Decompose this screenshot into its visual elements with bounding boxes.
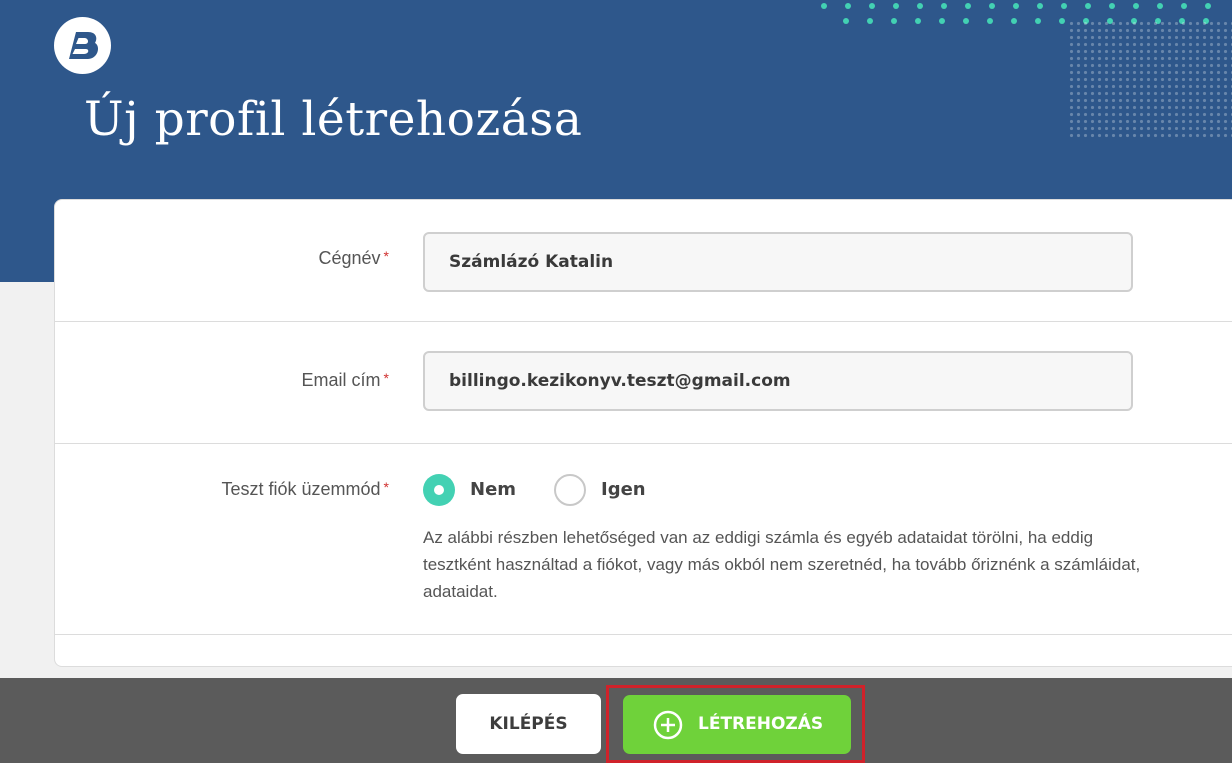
radio-label-igen[interactable]: Igen	[601, 479, 646, 500]
form-row-email: Email cím *	[55, 322, 1232, 444]
radio-unchecked-icon[interactable]	[554, 474, 586, 506]
form-row-company-name: Cégnév *	[55, 200, 1232, 322]
radio-label-nem[interactable]: Nem	[470, 479, 516, 500]
radio-option-igen[interactable]: Igen	[554, 474, 654, 506]
create-button[interactable]: LÉTREHOZÁS	[623, 695, 851, 754]
billingo-b-logo-icon	[69, 32, 98, 59]
company-name-label: Cégnév *	[318, 248, 390, 268]
radio-option-nem[interactable]: Nem	[423, 474, 523, 506]
test-mode-help-text: Az alábbi részben lehetőséged van az edd…	[423, 528, 1141, 601]
email-input[interactable]	[423, 351, 1133, 411]
company-name-input[interactable]	[423, 232, 1133, 292]
plus-circle-icon	[653, 710, 683, 740]
required-mark: *	[383, 248, 389, 264]
create-button-label: LÉTREHOZÁS	[698, 714, 824, 734]
decorative-dot-pattern	[1068, 20, 1232, 140]
test-mode-label: Teszt fiók üzemmód *	[221, 479, 389, 499]
email-label: Email cím *	[301, 370, 389, 390]
required-mark: *	[383, 370, 389, 386]
page-title: Új profil létrehozása	[84, 92, 583, 147]
form-row-test-mode: Teszt fiók üzemmód * Nem Igen Az alábbi r…	[55, 444, 1232, 635]
billingo-logo[interactable]	[54, 17, 111, 74]
exit-button[interactable]: KILÉPÉS	[456, 694, 601, 754]
required-mark: *	[383, 479, 389, 495]
action-footer: KILÉPÉS LÉTREHOZÁS	[0, 678, 1232, 763]
radio-checked-icon[interactable]	[423, 474, 455, 506]
profile-form-card: Cégnév* Email cím* Teszt fiók üzemmód* N…	[54, 199, 1232, 667]
